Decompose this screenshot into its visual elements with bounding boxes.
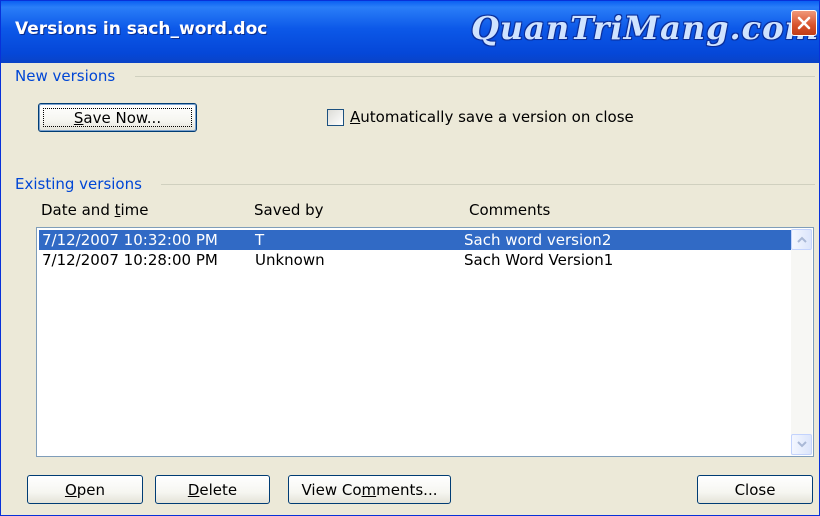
version-row-2[interactable]: 7/12/2007 10:28:00 PM Unknown Sach Word … xyxy=(39,250,791,270)
versions-list[interactable]: 7/12/2007 10:32:00 PM T Sach word versio… xyxy=(36,227,814,457)
new-versions-group-label: New versions xyxy=(15,67,116,85)
version-date: 7/12/2007 10:32:00 PM xyxy=(42,231,218,249)
scroll-up-button[interactable] xyxy=(791,229,812,250)
version-comments: Sach word version2 xyxy=(464,231,612,249)
close-window-button[interactable] xyxy=(791,10,817,36)
open-button[interactable]: Open xyxy=(27,475,143,504)
close-button[interactable]: Close xyxy=(697,475,813,504)
vertical-scrollbar[interactable] xyxy=(791,229,812,455)
chevron-down-icon xyxy=(797,441,807,448)
title-bar[interactable]: Versions in sach_word.doc QuanTriMang.co… xyxy=(1,1,819,63)
existing-versions-group-label: Existing versions xyxy=(15,175,142,193)
new-versions-divider xyxy=(135,76,815,77)
auto-save-label[interactable]: Automatically save a version on close xyxy=(350,108,634,126)
auto-save-checkbox[interactable] xyxy=(327,109,344,126)
watermark-logo: QuanTriMang.com xyxy=(471,9,820,47)
version-saved-by: T xyxy=(255,231,265,249)
existing-versions-divider xyxy=(161,184,815,185)
column-header-comments[interactable]: Comments xyxy=(469,201,550,219)
scroll-down-button[interactable] xyxy=(791,434,812,455)
version-row-1[interactable]: 7/12/2007 10:32:00 PM T Sach word versio… xyxy=(39,230,791,250)
column-header-date[interactable]: Date and time xyxy=(41,201,149,219)
window-title: Versions in sach_word.doc xyxy=(15,19,268,39)
delete-button[interactable]: Delete xyxy=(155,475,270,504)
versions-dialog: Versions in sach_word.doc QuanTriMang.co… xyxy=(0,0,820,516)
column-header-saved-by[interactable]: Saved by xyxy=(254,201,324,219)
save-now-button[interactable]: Save Now... xyxy=(38,103,197,132)
version-saved-by: Unknown xyxy=(255,251,325,269)
version-date: 7/12/2007 10:28:00 PM xyxy=(42,251,218,269)
close-icon xyxy=(797,16,811,30)
chevron-up-icon xyxy=(797,236,807,243)
view-comments-button[interactable]: View Comments... xyxy=(288,475,451,504)
version-comments: Sach Word Version1 xyxy=(464,251,614,269)
